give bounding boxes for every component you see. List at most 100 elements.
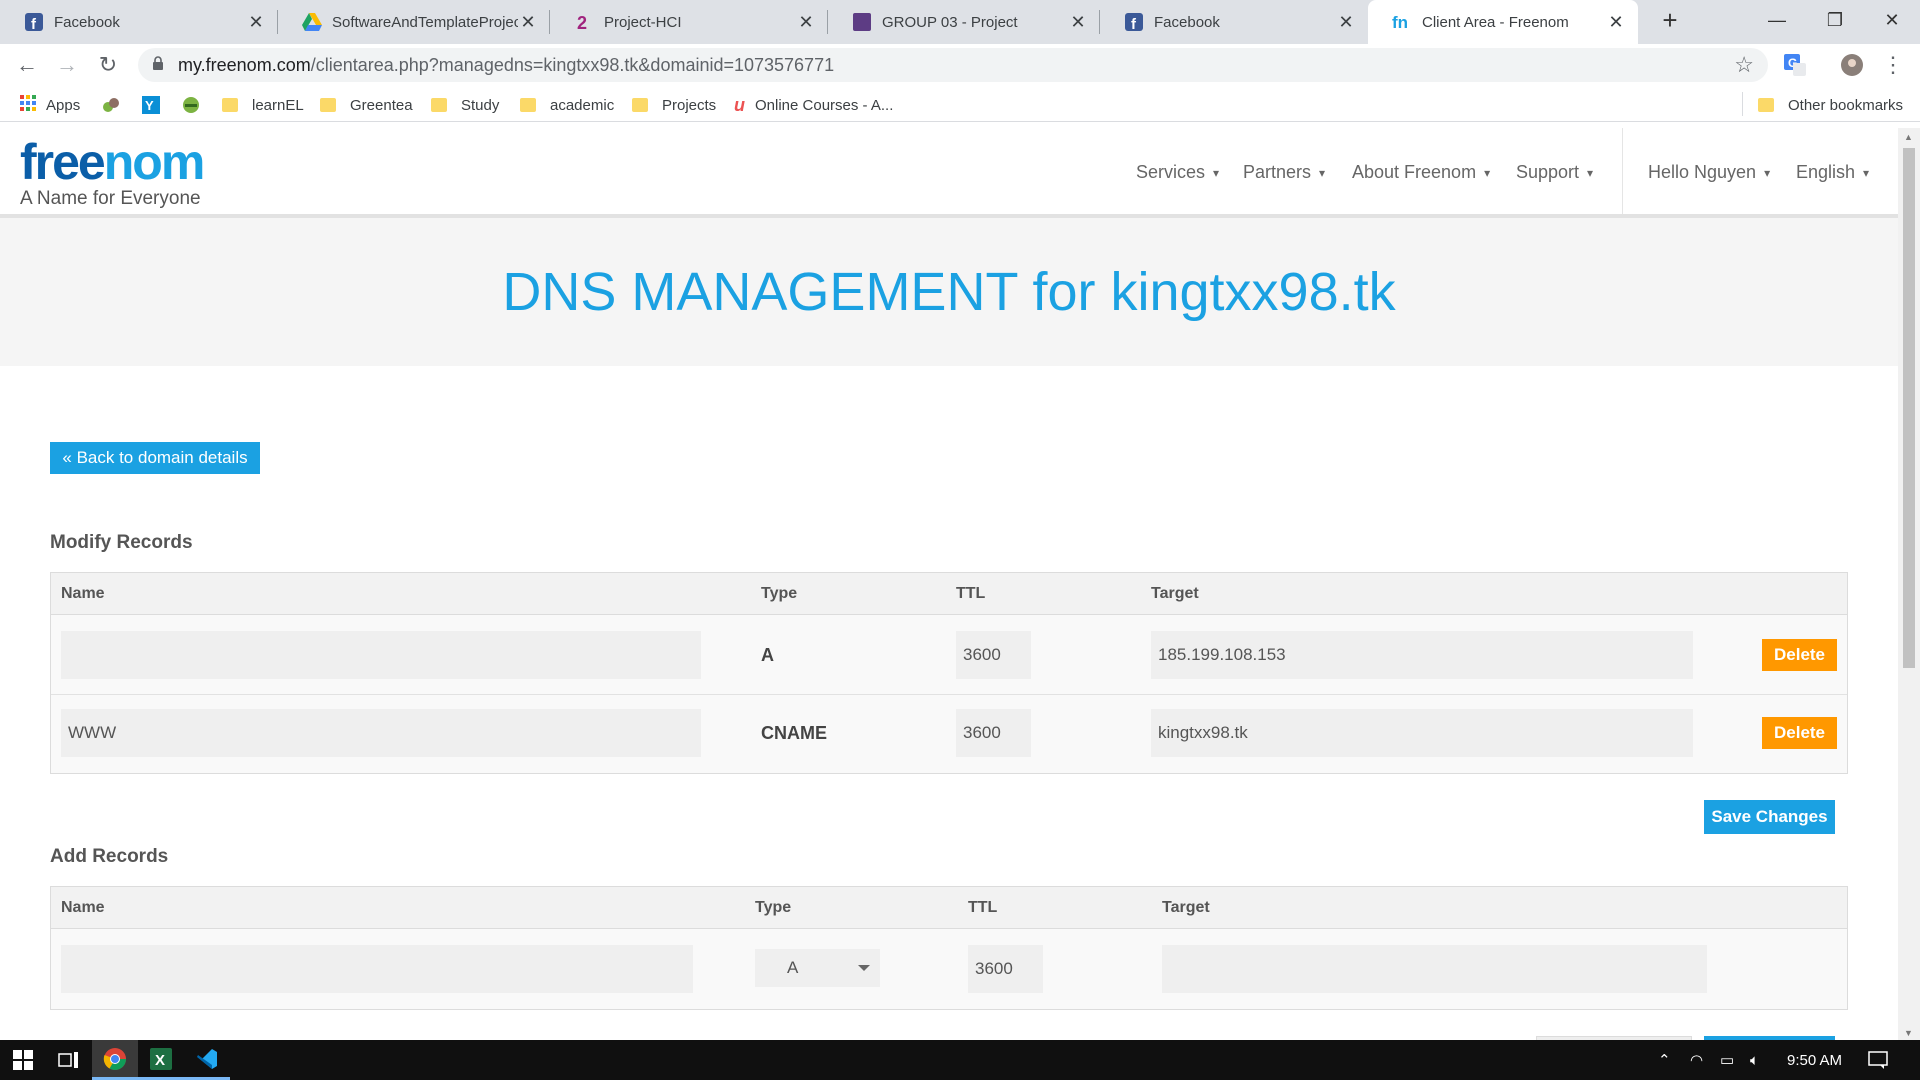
menu-language[interactable]: English ▾: [1796, 162, 1869, 183]
table-header: Name Type TTL Target: [51, 887, 1847, 929]
bookmark-label: Other bookmarks: [1788, 96, 1904, 114]
browser-tab-active[interactable]: fn Client Area - Freenom ✕: [1368, 0, 1638, 44]
vscode-taskbar-icon[interactable]: [184, 1040, 230, 1080]
record-name-field[interactable]: [61, 631, 701, 679]
close-icon[interactable]: ✕: [796, 12, 816, 33]
new-record-target-field[interactable]: [1162, 945, 1707, 993]
close-icon[interactable]: ✕: [1336, 12, 1356, 33]
new-record-ttl-field[interactable]: 3600: [968, 945, 1043, 993]
logo-wordmark: freenom: [20, 134, 205, 190]
column-header: Name: [61, 899, 105, 916]
browser-tab[interactable]: 2 Project-HCI ✕: [550, 0, 828, 44]
menu-label: Services: [1136, 162, 1206, 182]
menu-label: Hello Nguyen: [1648, 162, 1757, 182]
close-window-icon[interactable]: ✕: [1862, 0, 1920, 40]
wifi-icon[interactable]: ◠: [1690, 1040, 1703, 1080]
back-arrow-icon[interactable]: ←: [12, 50, 42, 80]
excel-taskbar-icon[interactable]: X: [138, 1040, 184, 1080]
tray-chevron-up-icon[interactable]: ⌃: [1658, 1040, 1671, 1080]
folder-icon: [431, 98, 447, 112]
close-icon[interactable]: ✕: [1606, 12, 1626, 33]
chevron-down-icon: ▾: [1319, 165, 1326, 180]
translate-icon[interactable]: G: [1780, 50, 1810, 80]
folder-icon: [520, 98, 536, 112]
task-view-icon[interactable]: [46, 1040, 92, 1080]
bookmark-apps[interactable]: Apps: [20, 94, 80, 116]
notification-icon[interactable]: [1868, 1040, 1888, 1080]
svg-text:Y: Y: [145, 98, 154, 113]
menu-user[interactable]: Hello Nguyen ▾: [1648, 162, 1770, 183]
tab-title: Facebook: [54, 13, 120, 31]
record-target-field[interactable]: kingtxx98.tk: [1151, 709, 1693, 757]
caret-down-icon: [858, 965, 870, 971]
battery-icon[interactable]: ▭: [1720, 1040, 1734, 1080]
delete-button[interactable]: Delete: [1762, 717, 1837, 749]
add-records-title: Add Records: [50, 846, 169, 867]
record-name-field[interactable]: WWW: [61, 709, 701, 757]
new-record-type-select[interactable]: A: [755, 949, 880, 987]
forward-arrow-icon[interactable]: →: [52, 50, 82, 80]
menu-support[interactable]: Support ▾: [1516, 162, 1593, 183]
table-row: A 3600: [51, 929, 1847, 1009]
column-header: Type: [755, 899, 792, 916]
bookmark-folder-learnel[interactable]: learnEL: [222, 94, 304, 116]
bookmark-folder-projects[interactable]: Projects: [632, 94, 716, 116]
save-changes-button[interactable]: Save Changes: [1704, 800, 1835, 834]
back-to-domain-button[interactable]: « Back to domain details: [50, 442, 260, 474]
column-header: TTL: [956, 585, 986, 602]
menu-label: Support: [1516, 162, 1580, 182]
bookmark-icon[interactable]: Y: [142, 94, 160, 116]
reload-icon[interactable]: ↻: [93, 50, 123, 80]
tab-title: SoftwareAndTemplateProject: [332, 13, 518, 31]
new-tab-button[interactable]: +: [1640, 0, 1700, 40]
page-scrollbar[interactable]: ▲ ▼: [1898, 128, 1920, 1040]
browser-tab[interactable]: f Facebook ✕: [1100, 0, 1368, 44]
star-icon[interactable]: ☆: [1734, 52, 1754, 78]
windows-start-icon[interactable]: [0, 1040, 46, 1080]
browser-tab[interactable]: f Facebook ✕: [0, 0, 278, 44]
bookmark-icon[interactable]: [102, 94, 120, 116]
close-icon[interactable]: ✕: [1068, 12, 1088, 33]
bookmark-label: academic: [550, 96, 615, 114]
volume-icon[interactable]: 🔈︎: [1750, 1040, 1759, 1080]
kebab-menu-icon[interactable]: ⋮: [1878, 50, 1908, 80]
bookmark-icon[interactable]: [182, 94, 200, 116]
column-header: Type: [761, 585, 798, 602]
profile-avatar[interactable]: [1837, 50, 1867, 80]
svg-text:2: 2: [577, 13, 587, 31]
minimize-icon[interactable]: —: [1747, 0, 1807, 40]
browser-tab[interactable]: GROUP 03 - Project ✕: [828, 0, 1100, 44]
clock-time[interactable]: 9:50 AM: [1787, 1040, 1842, 1080]
site-header: freenom A Name for Everyone Services ▾ Pa…: [0, 128, 1898, 218]
record-ttl-field[interactable]: 3600: [956, 631, 1031, 679]
record-target-field[interactable]: 185.199.108.153: [1151, 631, 1693, 679]
bookmark-folder-greentea[interactable]: Greentea: [320, 94, 413, 116]
freenom-logo[interactable]: freenom A Name for Everyone: [20, 134, 205, 210]
chrome-taskbar-icon[interactable]: [92, 1040, 138, 1080]
facebook-icon: f: [24, 12, 44, 32]
close-icon[interactable]: ✕: [518, 12, 538, 33]
scroll-up-icon[interactable]: ▲: [1904, 132, 1913, 142]
address-bar[interactable]: my.freenom.com/clientarea.php?managedns=…: [138, 48, 1768, 82]
delete-button[interactable]: Delete: [1762, 639, 1837, 671]
bookmark-online-courses[interactable]: u Online Courses - A...: [734, 94, 893, 116]
column-header: Target: [1162, 899, 1210, 916]
bookmark-label: Greentea: [350, 96, 413, 114]
maximize-icon[interactable]: ❐: [1805, 0, 1865, 40]
bookmark-folder-study[interactable]: Study: [431, 94, 499, 116]
browser-tab[interactable]: SoftwareAndTemplateProject ✕: [278, 0, 550, 44]
new-record-name-field[interactable]: [61, 945, 693, 993]
record-ttl-field[interactable]: 3600: [956, 709, 1031, 757]
scrollbar-thumb[interactable]: [1903, 148, 1915, 668]
menu-services[interactable]: Services ▾: [1136, 162, 1219, 183]
bookmark-folder-other[interactable]: Other bookmarks: [1758, 94, 1903, 116]
page-hero: DNS MANAGEMENT for kingtxx98.tk: [0, 218, 1898, 366]
scroll-down-icon[interactable]: ▼: [1904, 1028, 1913, 1038]
close-icon[interactable]: ✕: [246, 12, 266, 33]
menu-partners[interactable]: Partners ▾: [1243, 162, 1325, 183]
bookmark-folder-academic[interactable]: academic: [520, 94, 614, 116]
menu-label: Partners: [1243, 162, 1312, 182]
apps-grid-icon: [20, 95, 36, 115]
menu-about[interactable]: About Freenom ▾: [1352, 162, 1490, 183]
udemy-icon: u: [734, 94, 745, 115]
